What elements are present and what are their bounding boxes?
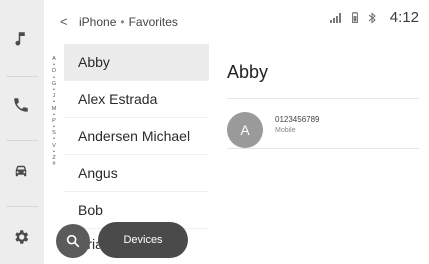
battery-icon (351, 12, 358, 23)
clock: 4:12 (389, 9, 419, 26)
header-bar: < iPhone • Favorites 4:12 (44, 0, 429, 44)
devices-button[interactable]: Devices (98, 222, 188, 258)
contact-name: Bob (78, 202, 103, 218)
status-area: 4:12 (329, 9, 419, 26)
contact-name: Alex Estrada (78, 91, 158, 107)
contact-list: Abby Alex Estrada Andersen Michael Angus Bob (64, 44, 209, 229)
avatar: A (227, 112, 263, 148)
list-item[interactable]: Andersen Michael (64, 118, 209, 155)
breadcrumb: iPhone • Favorites (79, 15, 178, 29)
list-item[interactable]: Abby (64, 44, 209, 81)
rail-divider (6, 206, 38, 207)
phone-number: 0123456789 (275, 115, 320, 124)
contact-name: Abby (78, 54, 110, 70)
gear-icon[interactable] (10, 226, 32, 248)
phone-number-row[interactable]: A 0123456789 Mobile (227, 108, 419, 152)
list-item[interactable]: Alex Estrada (64, 81, 209, 118)
back-chevron-icon[interactable]: < (60, 14, 68, 29)
car-icon[interactable] (10, 160, 32, 182)
list-item[interactable]: Angus (64, 155, 209, 192)
search-button[interactable] (56, 224, 90, 258)
breadcrumb-device: iPhone (79, 15, 117, 29)
search-icon (66, 234, 80, 248)
contact-name: Angus (78, 165, 118, 181)
rail-divider (6, 140, 38, 141)
divider (227, 148, 419, 149)
music-note-icon[interactable] (10, 28, 32, 50)
rail-divider (6, 76, 38, 77)
divider (227, 98, 419, 99)
signal-strength-icon (329, 12, 342, 23)
breadcrumb-separator: • (120, 15, 125, 29)
left-rail (0, 0, 44, 264)
alphabet-index[interactable]: A • D • G • J • M • P • S • V • Z # (48, 56, 60, 206)
contact-name: Andersen Michael (78, 128, 191, 144)
phone-type: Mobile (275, 127, 296, 134)
phone-icon[interactable] (10, 94, 32, 116)
breadcrumb-section: Favorites (128, 15, 178, 29)
alphabet-index-item[interactable]: # (52, 161, 55, 167)
bluetooth-icon (368, 11, 376, 24)
contact-detail-name: Abby (227, 62, 269, 82)
phone-screen: < iPhone • Favorites 4:12 A • D • G • J … (0, 0, 429, 264)
contact-detail-panel: Abby A 0123456789 Mobile (209, 44, 429, 264)
